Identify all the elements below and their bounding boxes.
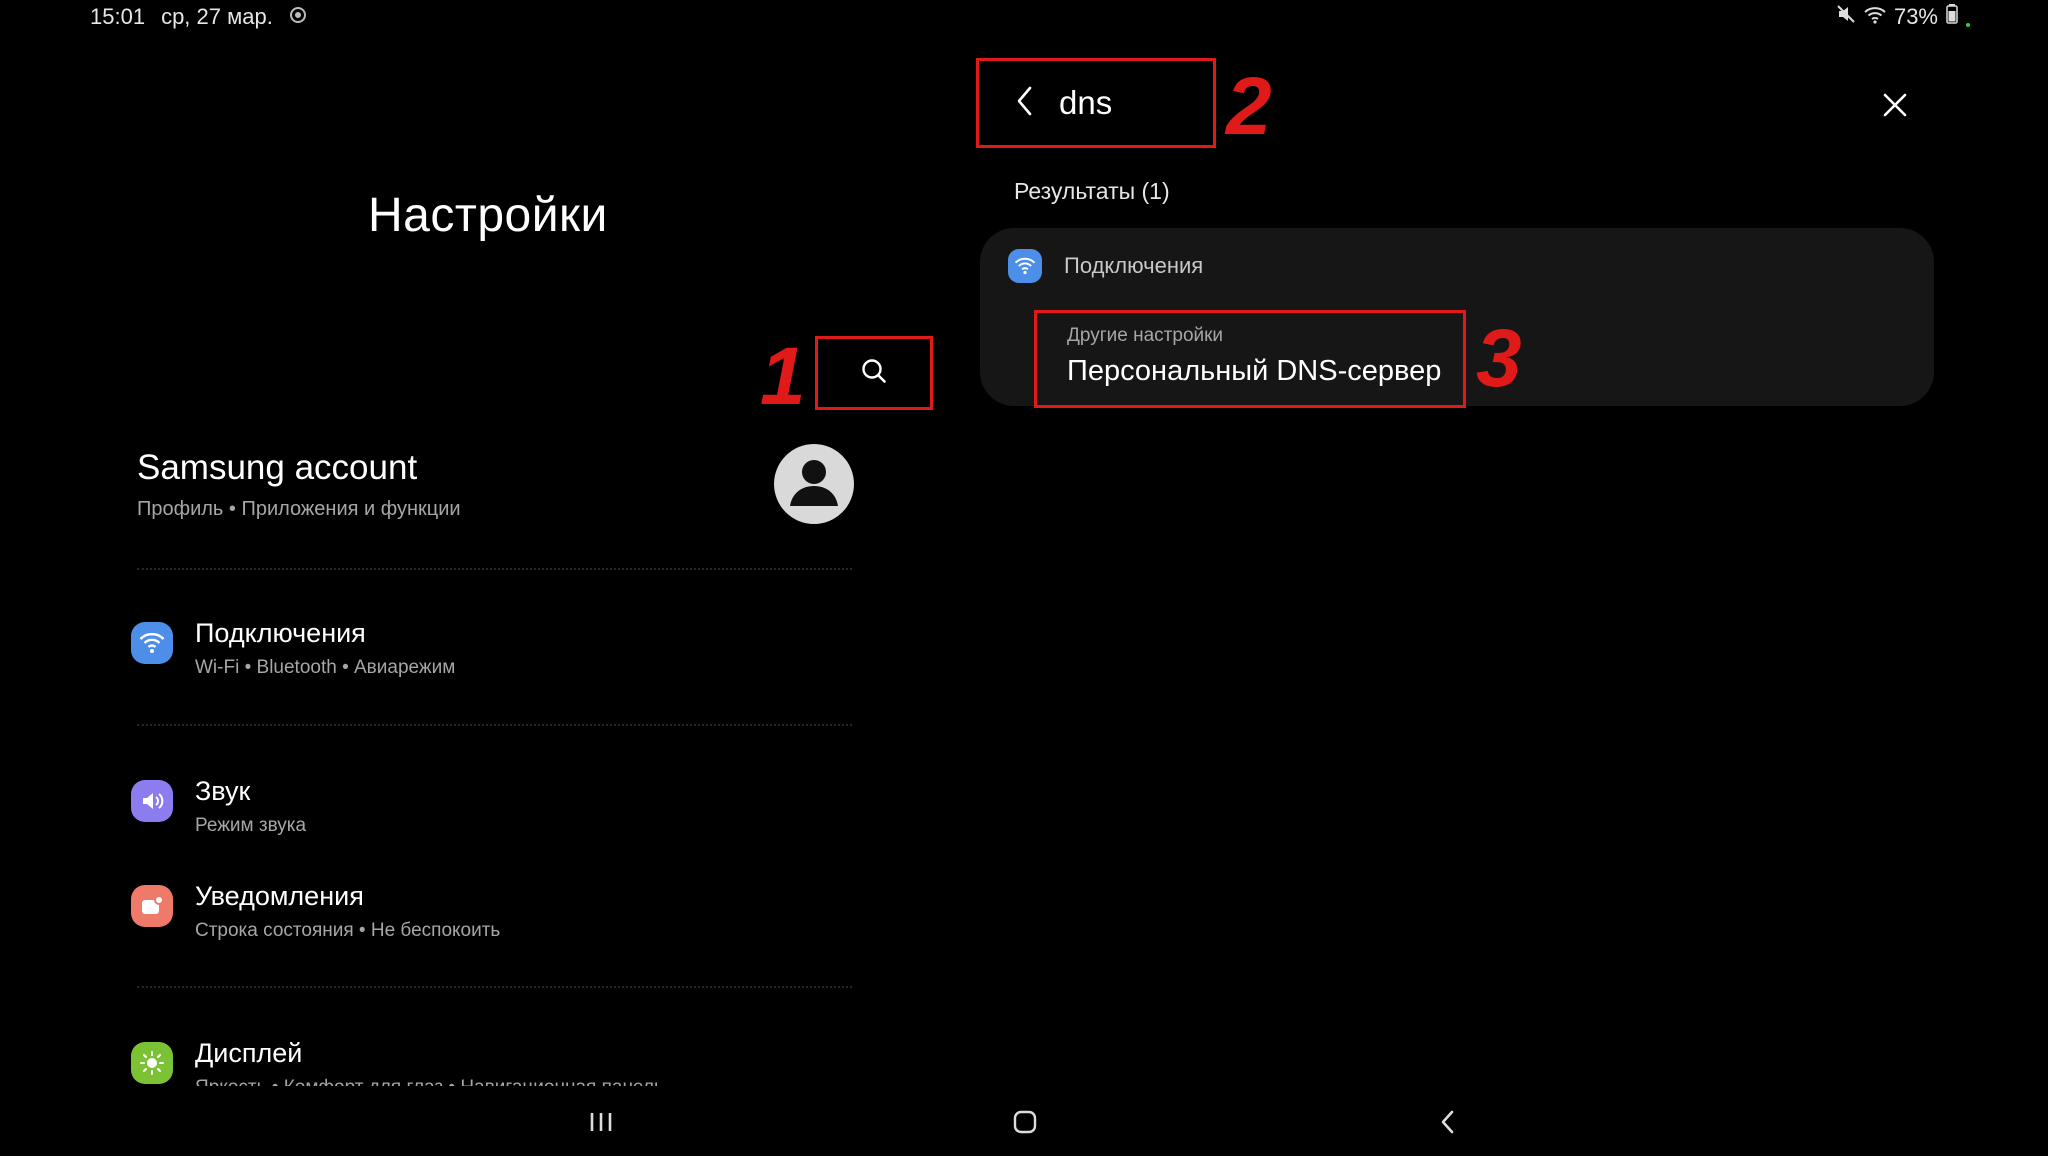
battery-icon — [1946, 4, 1958, 30]
recents-icon — [590, 1113, 612, 1131]
page-title: Настройки — [368, 189, 608, 242]
nav-back-button[interactable] — [1428, 1104, 1468, 1140]
person-icon — [790, 460, 838, 506]
item-subtitle: Режим звука — [195, 815, 307, 836]
divider — [137, 724, 852, 726]
annotation-marker-1: 1 — [760, 331, 806, 422]
status-time: 15:01 — [90, 4, 146, 29]
item-title: Дисплей — [195, 1038, 303, 1068]
charging-dot — [1966, 23, 1970, 27]
account-subtitle: Профиль • Приложения и функции — [137, 498, 461, 520]
home-button[interactable] — [1005, 1104, 1045, 1140]
wifi-icon — [131, 622, 173, 664]
item-title: Подключения — [195, 618, 366, 648]
chevron-left-icon — [1017, 86, 1032, 115]
sun-icon — [131, 1042, 173, 1084]
sync-icon — [289, 4, 307, 30]
recent-apps-button[interactable] — [581, 1104, 621, 1140]
item-subtitle: Wi-Fi • Bluetooth • Авиарежим — [195, 657, 456, 678]
result-category-label: Подключения — [1064, 253, 1204, 278]
home-icon — [1013, 1110, 1037, 1134]
settings-item-notifications[interactable]: Уведомления Строка состояния • Не беспок… — [131, 881, 500, 942]
close-icon — [1883, 93, 1907, 117]
divider — [137, 986, 852, 988]
volume-icon — [131, 780, 173, 822]
wifi-icon — [1008, 249, 1042, 283]
status-bar-right: 73% — [1836, 4, 1970, 30]
close-button[interactable] — [1874, 84, 1916, 126]
account-title: Samsung account — [137, 448, 418, 487]
back-button[interactable] — [1015, 85, 1035, 122]
search-input[interactable]: dns — [1059, 84, 1112, 122]
result-item-title: Персональный DNS-сервер — [1067, 355, 1442, 387]
samsung-account[interactable]: Samsung account Профиль • Приложения и ф… — [137, 448, 461, 521]
annotation-marker-3: 3 — [1476, 313, 1522, 404]
search-bar[interactable]: dns — [976, 58, 1216, 148]
results-count: Результаты (1) — [1014, 178, 1170, 204]
result-category: Подключения — [1008, 249, 1203, 283]
settings-item-sound[interactable]: Звук Режим звука — [131, 776, 306, 837]
notification-icon — [131, 885, 173, 927]
back-icon — [1441, 1110, 1454, 1134]
item-title: Уведомления — [195, 881, 364, 911]
settings-item-display[interactable]: Дисплей Яркость • Комфорт для глаз • Нав… — [131, 1038, 664, 1086]
wifi-status-icon — [1864, 4, 1886, 30]
settings-list-clip: Дисплей Яркость • Комфорт для глаз • Нав… — [0, 1030, 900, 1086]
status-bar-left: 15:01 ср, 27 мар. — [90, 4, 307, 30]
search-icon — [860, 357, 888, 390]
settings-item-connections[interactable]: Подключения Wi-Fi • Bluetooth • Авиарежи… — [131, 618, 455, 679]
result-item-private-dns[interactable]: Другие настройки Персональный DNS-сервер — [1034, 310, 1466, 408]
item-subtitle: Строка состояния • Не беспокоить — [195, 920, 501, 941]
divider — [137, 568, 852, 570]
battery-level: 73% — [1893, 4, 1938, 29]
mute-icon — [1836, 4, 1856, 30]
status-date: ср, 27 мар. — [161, 4, 273, 29]
annotation-marker-2: 2 — [1226, 61, 1272, 152]
item-subtitle: Яркость • Комфорт для глаз • Навигационн… — [195, 1077, 664, 1086]
avatar[interactable] — [774, 444, 854, 524]
result-item-subtitle: Другие настройки — [1067, 325, 1224, 346]
search-button[interactable] — [815, 336, 933, 410]
item-title: Звук — [195, 776, 251, 806]
